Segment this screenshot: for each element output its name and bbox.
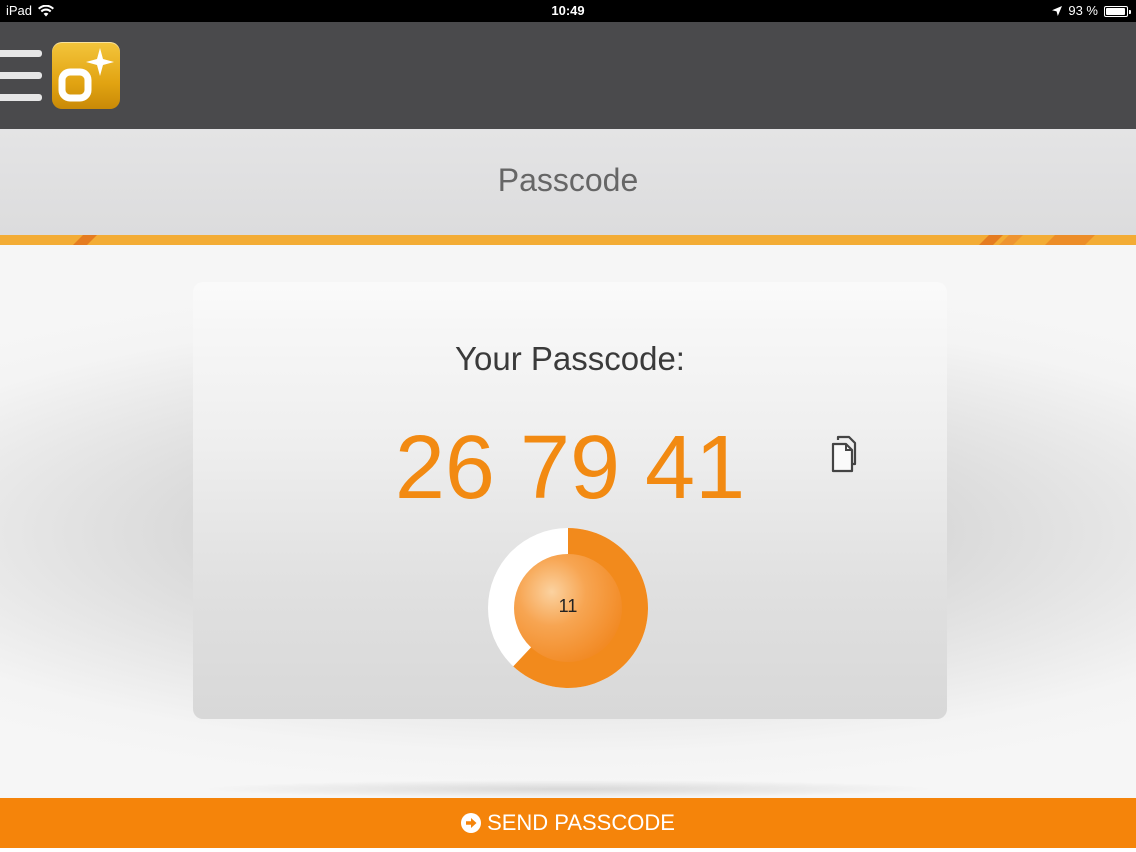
arrow-circle-right-icon — [461, 813, 482, 833]
battery-level — [1106, 7, 1125, 15]
app-logo-icon — [52, 42, 120, 109]
battery-percent: 93 % — [1068, 3, 1098, 18]
button-shadow — [200, 780, 936, 798]
passcode-heading: Your Passcode: — [455, 340, 685, 377]
timer-seconds: 11 — [558, 596, 578, 616]
status-bar: iPad 10:49 93 % — [0, 0, 1136, 22]
stripe-mark — [73, 235, 97, 245]
menu-line — [0, 72, 42, 79]
passcode-card: Your Passcode: 26 79 41 11 — [193, 282, 947, 719]
stripe-mark — [1045, 235, 1095, 245]
bottom-strip — [0, 848, 1136, 852]
accent-stripe — [0, 235, 1136, 245]
hamburger-menu-icon[interactable] — [0, 50, 42, 102]
menu-line — [0, 94, 42, 101]
battery-icon — [1104, 5, 1131, 17]
stripe-mark — [999, 235, 1023, 245]
page-title: Passcode — [497, 162, 639, 198]
status-time: 10:49 — [551, 3, 585, 18]
menu-line — [0, 50, 42, 57]
send-passcode-label: SEND PASSCODE — [487, 810, 675, 835]
location-arrow-icon — [1052, 6, 1063, 16]
send-passcode-button[interactable]: SEND PASSCODE — [0, 798, 1136, 848]
copy-icon[interactable] — [830, 434, 866, 474]
app-header — [0, 22, 1136, 129]
logo-mark — [58, 48, 114, 102]
